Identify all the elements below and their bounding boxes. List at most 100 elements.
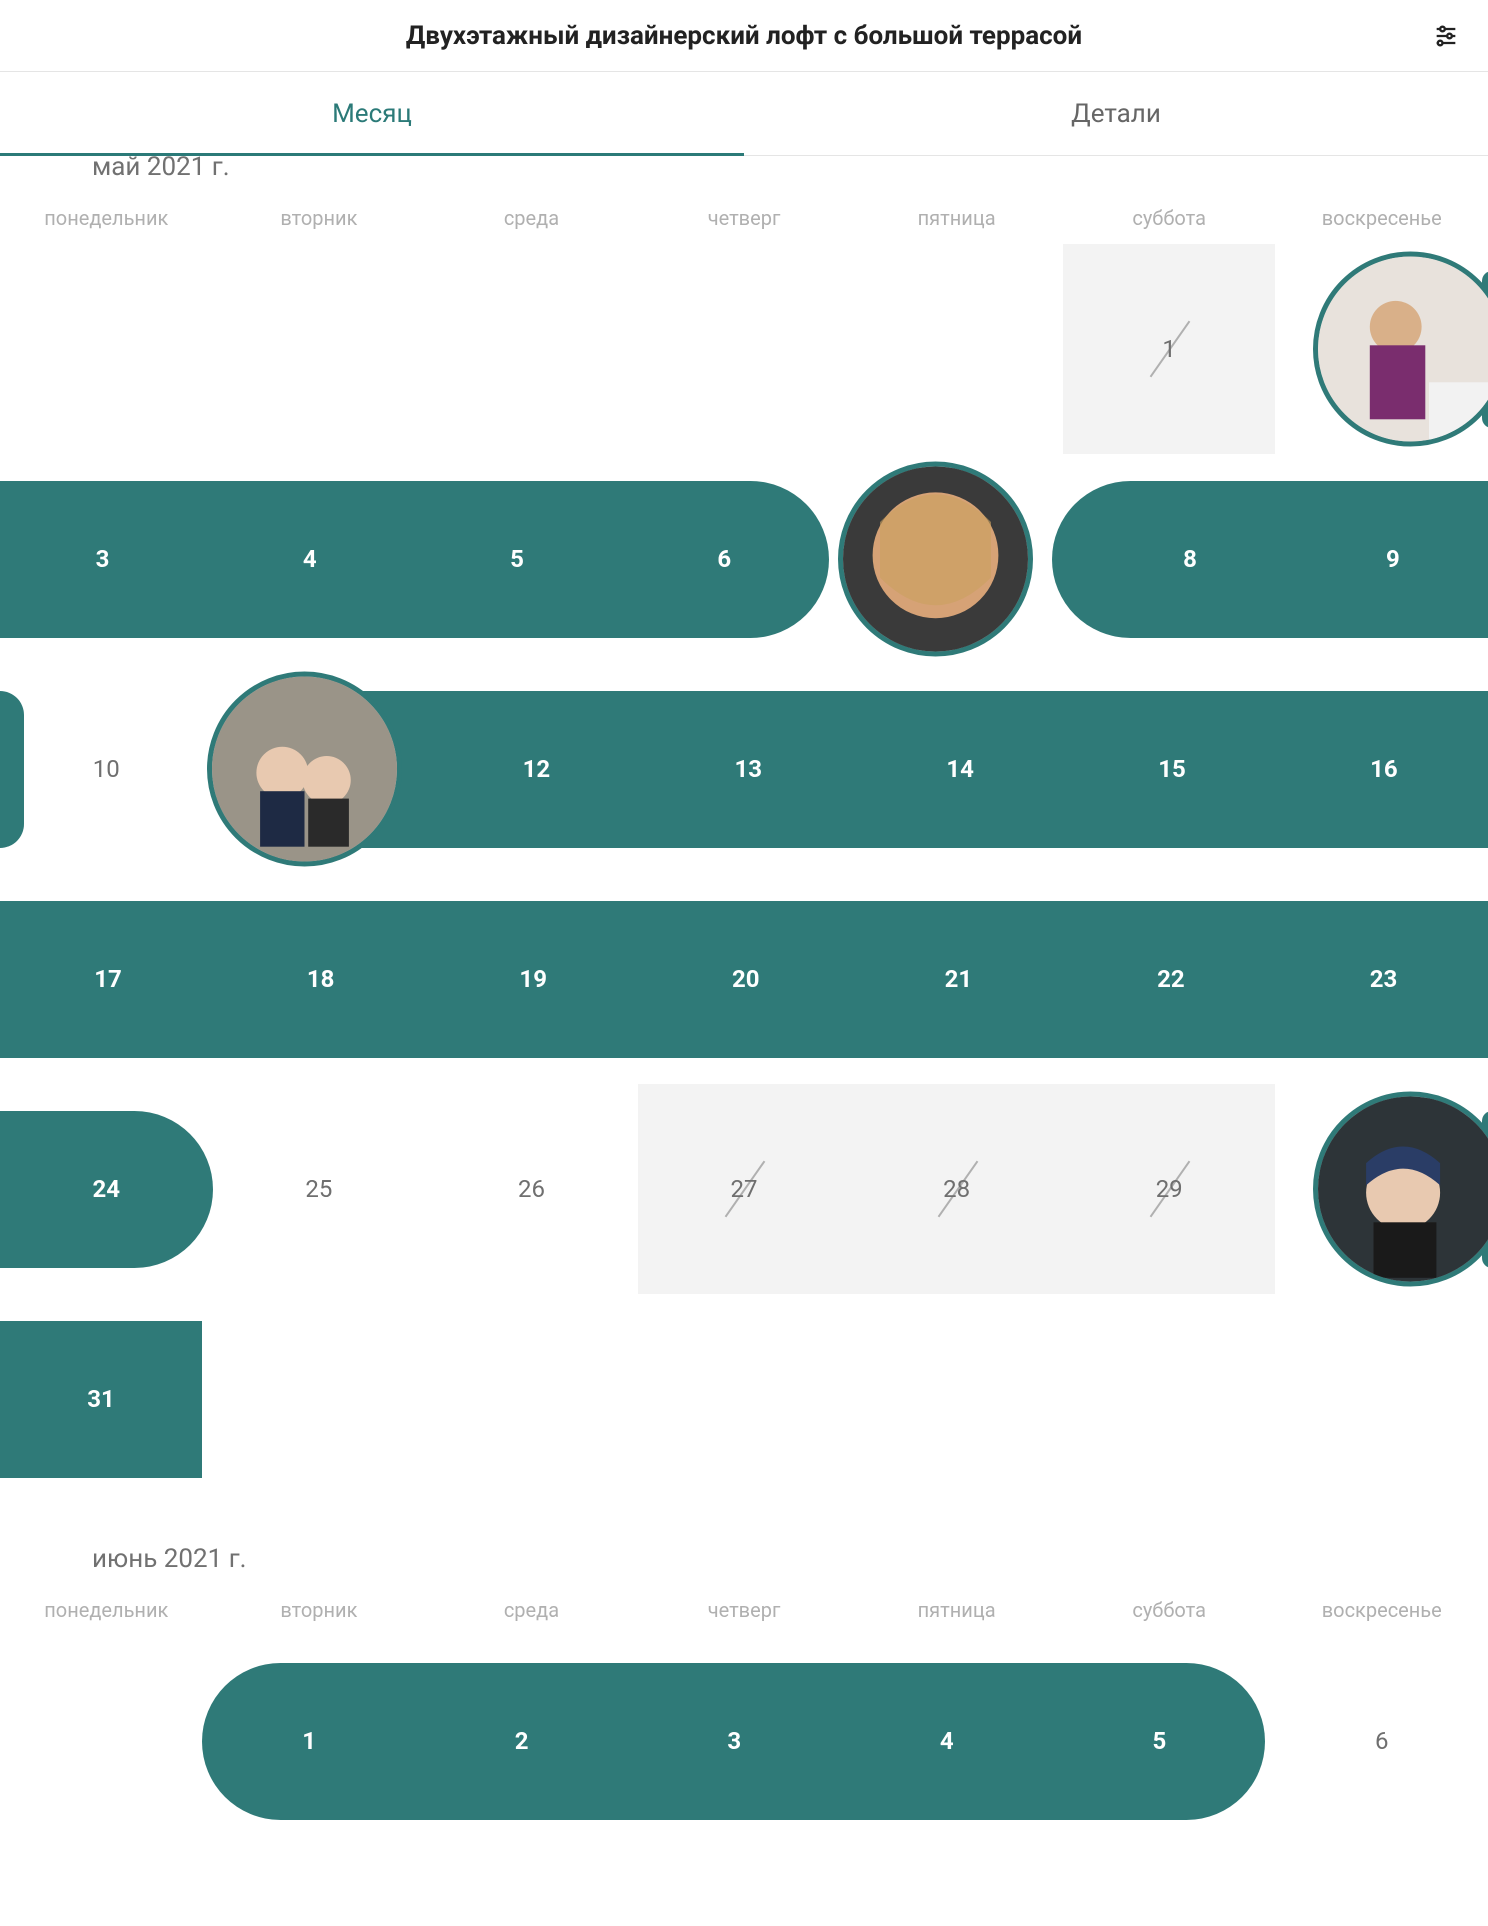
week-row: 17 18 19 20 21 22 23 (0, 874, 1488, 1084)
day-empty (1275, 1846, 1488, 1896)
day-number: 16 (1370, 755, 1398, 783)
booking-bar[interactable]: 3 4 5 6 (0, 481, 829, 638)
day-number: 4 (303, 545, 317, 573)
weekday-sat: суббота (1063, 206, 1276, 230)
booking-bar[interactable]: 24 (0, 1111, 213, 1268)
day-empty (425, 1846, 638, 1896)
guest-avatar[interactable] (838, 462, 1033, 657)
day-cell[interactable]: 6 (1275, 1636, 1488, 1846)
booking-bar[interactable] (0, 691, 24, 848)
day-number: 5 (510, 545, 524, 573)
weekday-tue: вторник (213, 206, 426, 230)
weekday-row: понедельник вторник среда четверг пятниц… (0, 1598, 1488, 1636)
day-number: 2 (515, 1727, 529, 1755)
day-number: 3 (727, 1727, 741, 1755)
week-row-partial (0, 1846, 1488, 1896)
day-empty (213, 244, 426, 454)
week-row: 6 1 2 3 4 5 (0, 1636, 1488, 1846)
page-title: Двухэтажный дизайнерский лофт с большой … (406, 21, 1082, 51)
day-empty (638, 1846, 851, 1896)
day-number: 18 (307, 965, 335, 993)
weekday-fri: пятница (850, 206, 1063, 230)
day-number: 6 (1375, 1727, 1389, 1755)
weekday-mon: понедельник (0, 206, 213, 230)
day-cell[interactable]: 25 (213, 1084, 426, 1294)
day-number: 14 (946, 755, 974, 783)
booking-bar[interactable]: 31 (0, 1321, 202, 1478)
day-cell[interactable]: 26 (425, 1084, 638, 1294)
day-empty (213, 1294, 426, 1504)
month-label-june: июнь 2021 г. (0, 1504, 1488, 1598)
day-number: 22 (1157, 965, 1185, 993)
day-number: 1 (302, 1727, 316, 1755)
day-number: 13 (734, 755, 762, 783)
day-empty (0, 1636, 213, 1846)
day-empty (638, 1294, 851, 1504)
day-cell[interactable]: 10 (0, 664, 213, 874)
day-empty (425, 1294, 638, 1504)
weekday-fri: пятница (850, 1598, 1063, 1622)
week-row: 31 (0, 1294, 1488, 1504)
day-number: 12 (523, 755, 551, 783)
day-cell[interactable]: 28 (850, 1084, 1063, 1294)
tab-details[interactable]: Детали (744, 72, 1488, 155)
tab-month[interactable]: Месяц (0, 72, 744, 155)
weekday-thu: четверг (638, 206, 851, 230)
week-row: 10 12 13 14 15 16 (0, 664, 1488, 874)
booking-bar[interactable]: 12 13 14 15 16 (217, 691, 1488, 848)
day-number: 1 (1162, 335, 1176, 363)
day-empty (1063, 1294, 1276, 1504)
booking-bar[interactable]: 17 18 19 20 21 22 23 (0, 901, 1488, 1058)
day-cell[interactable]: 29 (1063, 1084, 1276, 1294)
day-number: 17 (94, 965, 122, 993)
day-empty (0, 1846, 213, 1896)
weekday-sun: воскресенье (1275, 206, 1488, 230)
day-empty (1275, 1294, 1488, 1504)
weekday-row: понедельник вторник среда четверг пятниц… (0, 206, 1488, 244)
day-number: 8 (1183, 545, 1197, 573)
weekday-sat: суббота (1063, 1598, 1276, 1622)
day-number: 9 (1386, 545, 1400, 573)
day-number: 27 (731, 1175, 758, 1203)
weekday-tue: вторник (213, 1598, 426, 1622)
week-row: 1 (0, 244, 1488, 454)
day-number: 4 (940, 1727, 954, 1755)
week-row: 3 4 5 6 8 9 7 (0, 454, 1488, 664)
guest-avatar[interactable] (207, 672, 402, 867)
day-number: 10 (93, 755, 120, 783)
day-empty (850, 1846, 1063, 1896)
day-number: 24 (93, 1175, 121, 1203)
day-empty (0, 244, 213, 454)
day-number: 5 (1152, 1727, 1166, 1755)
weekday-thu: четверг (638, 1598, 851, 1622)
day-empty (850, 1294, 1063, 1504)
day-empty (638, 244, 851, 454)
day-empty (850, 244, 1063, 454)
tabs: Месяц Детали (0, 72, 1488, 156)
day-number: 20 (732, 965, 760, 993)
weekday-wed: среда (425, 1598, 638, 1622)
day-number: 31 (87, 1385, 115, 1413)
booking-bar[interactable]: 1 2 3 4 5 (202, 1663, 1265, 1820)
day-number: 25 (305, 1175, 332, 1203)
day-cell[interactable]: 27 (638, 1084, 851, 1294)
day-number: 6 (717, 545, 731, 573)
booking-bar[interactable]: 8 9 (1052, 481, 1488, 638)
weekday-sun: воскресенье (1275, 1598, 1488, 1622)
header: Двухэтажный дизайнерский лофт с большой … (0, 0, 1488, 72)
day-cell[interactable]: 1 (1063, 244, 1276, 454)
weekday-wed: среда (425, 206, 638, 230)
weekday-mon: понедельник (0, 1598, 213, 1622)
day-empty (213, 1846, 426, 1896)
day-number: 29 (1156, 1175, 1183, 1203)
day-empty (1063, 1846, 1276, 1896)
day-number: 26 (518, 1175, 545, 1203)
calendar-may: 1 3 4 5 6 (0, 244, 1488, 1504)
settings-icon[interactable] (1432, 22, 1460, 50)
day-number: 28 (943, 1175, 970, 1203)
day-empty (425, 244, 638, 454)
day-number: 15 (1158, 755, 1186, 783)
calendar-june: 6 1 2 3 4 5 (0, 1636, 1488, 1896)
day-number: 21 (945, 965, 973, 993)
day-number: 23 (1370, 965, 1398, 993)
